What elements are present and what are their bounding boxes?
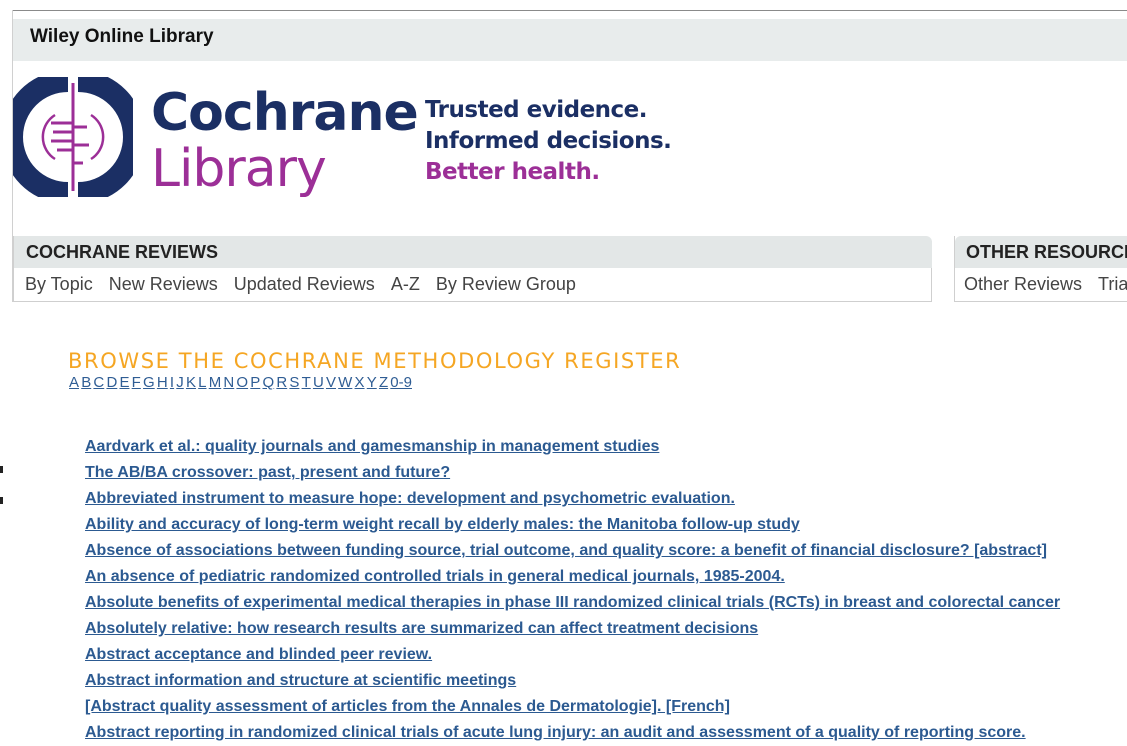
brand-name-library[interactable]: Library [151, 139, 327, 199]
result-link[interactable]: Ability and accuracy of long-term weight… [85, 512, 1127, 538]
result-link[interactable]: Abbreviated instrument to measure hope: … [85, 486, 1127, 512]
alphabet-link-m[interactable]: M [209, 374, 222, 391]
register-results-list: Aardvark et al.: quality journals and ga… [85, 434, 1127, 746]
alphabet-link-c[interactable]: C [93, 374, 104, 391]
alphabet-link-e[interactable]: E [119, 374, 129, 391]
tagline-better-health: Better health. [425, 159, 600, 185]
result-link[interactable]: [Abstract quality assessment of articles… [85, 694, 1127, 720]
cochrane-reviews-links: By Topic New Reviews Updated Reviews A-Z By … [14, 268, 932, 302]
alphabet-link-o[interactable]: O [236, 374, 248, 391]
nav-link-new-reviews[interactable]: New Reviews [109, 274, 218, 294]
tagline-informed-decisions: Informed decisions. [425, 128, 672, 154]
nav-link-updated-reviews[interactable]: Updated Reviews [234, 274, 375, 294]
nav-link-other-reviews[interactable]: Other Reviews [964, 274, 1082, 294]
browse-register-title: BROWSE THE COCHRANE METHODOLOGY REGISTER [68, 349, 682, 373]
alphabet-link-t[interactable]: T [302, 374, 311, 391]
other-resources-panel: OTHER RESOURCES Other Reviews Trials [954, 236, 1127, 302]
alphabet-link-n[interactable]: N [223, 374, 234, 391]
brand-name-cochrane[interactable]: Cochrane [151, 83, 419, 143]
result-link[interactable]: Abstract reporting in randomized clinica… [85, 720, 1127, 746]
alphabet-link-l[interactable]: L [198, 374, 206, 391]
cochrane-reviews-heading: COCHRANE REVIEWS [14, 236, 932, 268]
result-link[interactable]: Absolute benefits of experimental medica… [85, 590, 1127, 616]
alphabet-link-b[interactable]: B [81, 374, 91, 391]
wiley-online-library-bar[interactable]: Wiley Online Library [13, 19, 1127, 61]
other-resources-links: Other Reviews Trials [955, 268, 1127, 302]
alphabet-link-q[interactable]: Q [262, 374, 274, 391]
alphabet-link-d[interactable]: D [106, 374, 117, 391]
alphabet-link-k[interactable]: K [186, 374, 196, 391]
margin-marks [0, 466, 3, 518]
alphabet-link-g[interactable]: G [143, 374, 155, 391]
result-link[interactable]: Absolutely relative: how research result… [85, 616, 1127, 642]
alphabet-link-v[interactable]: V [326, 374, 336, 391]
alphabet-link-a[interactable]: A [69, 374, 79, 391]
alphabet-link-s[interactable]: S [289, 374, 299, 391]
alphabet-link-y[interactable]: Y [367, 374, 377, 391]
alphabet-link-u[interactable]: U [313, 374, 324, 391]
alphabet-link-f[interactable]: F [132, 374, 141, 391]
result-link[interactable]: Absence of associations between funding … [85, 538, 1127, 564]
alphabet-link-j[interactable]: J [176, 374, 184, 391]
result-link[interactable]: Abstract acceptance and blinded peer rev… [85, 642, 1127, 668]
nav-link-by-review-group[interactable]: By Review Group [436, 274, 576, 294]
result-link[interactable]: Abstract information and structure at sc… [85, 668, 1127, 694]
alphabet-link-x[interactable]: X [355, 374, 365, 391]
cochrane-reviews-panel: COCHRANE REVIEWS By Topic New Reviews Upda… [13, 236, 932, 302]
cochrane-logo-icon[interactable] [13, 77, 133, 197]
cochrane-library-banner: Cochrane Library Trusted evidence. Infor… [13, 61, 1127, 236]
nav-link-trials[interactable]: Trials [1098, 274, 1127, 294]
nav-link-by-topic[interactable]: By Topic [25, 274, 93, 294]
wiley-online-library-label[interactable]: Wiley Online Library [30, 26, 214, 47]
alphabet-link-p[interactable]: P [250, 374, 260, 391]
alphabet-link-i[interactable]: I [170, 374, 174, 391]
other-resources-heading: OTHER RESOURCES [955, 236, 1127, 268]
result-link[interactable]: The AB/BA crossover: past, present and f… [85, 460, 1127, 486]
alphabet-link-w[interactable]: W [338, 374, 352, 391]
alphabet-link-z[interactable]: Z [379, 374, 388, 391]
alphabet-link-r[interactable]: R [276, 374, 287, 391]
nav-link-a-z[interactable]: A-Z [391, 274, 420, 294]
tagline-trusted-evidence: Trusted evidence. [425, 97, 648, 123]
top-border [13, 10, 1127, 11]
result-link[interactable]: Aardvark et al.: quality journals and ga… [85, 434, 1127, 460]
result-link[interactable]: An absence of pediatric randomized contr… [85, 564, 1127, 590]
alphabet-link-h[interactable]: H [157, 374, 168, 391]
alphabet-link-0-9[interactable]: 0-9 [390, 374, 412, 391]
alphabet-index: A B C D E F G H I J K L M N O P Q R S T U V W X Y Z 0-9 [69, 374, 414, 391]
